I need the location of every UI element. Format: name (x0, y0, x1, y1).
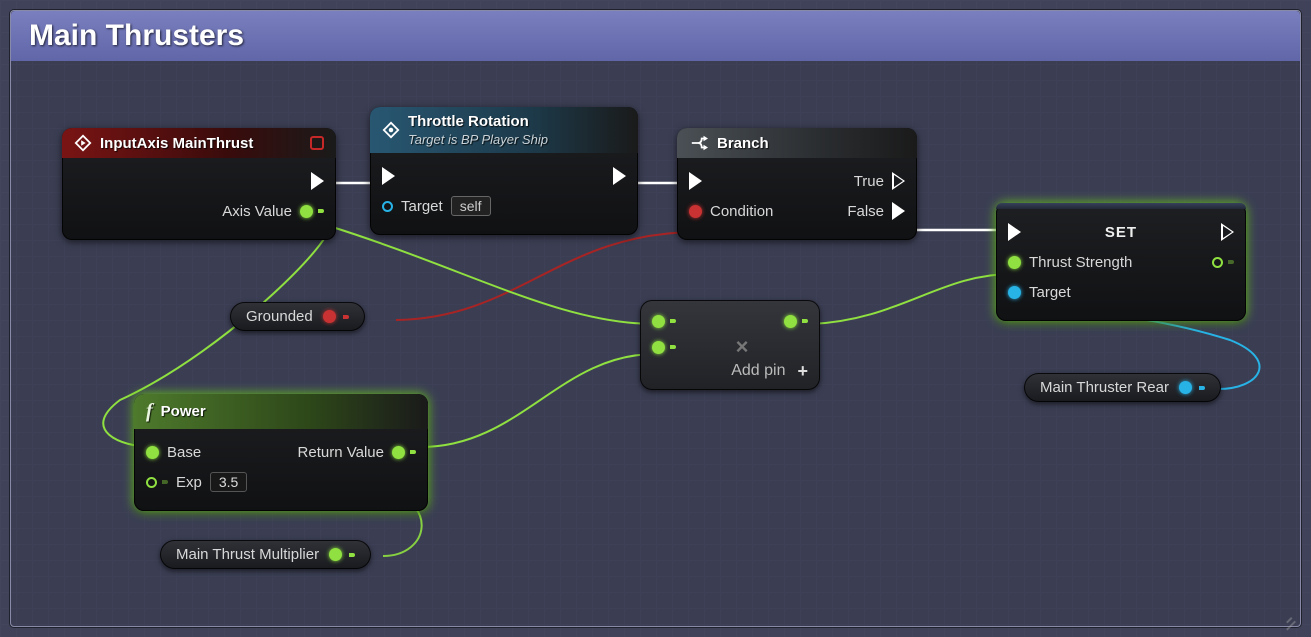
var-label: Main Thruster Rear (1040, 379, 1169, 396)
node-multiply[interactable]: × Add pin + (640, 300, 820, 390)
axis-value-pin[interactable] (300, 205, 313, 218)
thrust-mult-out-pin[interactable] (329, 548, 342, 561)
event-icon (74, 134, 92, 152)
node-subtitle: Target is BP Player Ship (408, 132, 548, 147)
exec-out-pin[interactable] (311, 172, 324, 190)
var-grounded[interactable]: Grounded (230, 302, 365, 331)
node-branch[interactable]: Branch True Condition False (677, 128, 917, 240)
add-pin-label: Add pin (731, 362, 785, 380)
exec-true-pin[interactable] (892, 172, 905, 190)
thrust-strength-out-pin[interactable] (1212, 257, 1223, 268)
target-pin[interactable] (382, 201, 393, 212)
var-main-thrust-multiplier[interactable]: Main Thrust Multiplier (160, 540, 371, 569)
multiply-b-pin[interactable] (652, 341, 665, 354)
condition-label: Condition (710, 203, 773, 220)
multiply-out-pin[interactable] (784, 315, 797, 328)
node-set-thrust-strength[interactable]: SET Thrust Strength Target (996, 203, 1246, 321)
grounded-out-pin[interactable] (323, 310, 336, 323)
thruster-rear-out-pin[interactable] (1179, 381, 1192, 394)
axis-value-label: Axis Value (222, 203, 292, 220)
exec-out-pin[interactable] (1221, 223, 1234, 241)
true-label: True (854, 173, 884, 190)
plus-icon: + (797, 361, 808, 382)
target-label: Target (1029, 284, 1071, 301)
node-throttle-rotation[interactable]: Throttle Rotation Target is BP Player Sh… (370, 107, 638, 235)
base-pin[interactable] (146, 446, 159, 459)
node-title: Power (161, 403, 206, 420)
exec-in-pin[interactable] (382, 167, 395, 185)
return-value-label: Return Value (298, 444, 384, 461)
var-label: Grounded (246, 308, 313, 325)
function-f-icon: f (146, 400, 153, 423)
add-pin-button[interactable]: Add pin + (731, 361, 808, 382)
node-title: Branch (717, 135, 769, 152)
node-power[interactable]: f Power Base Return Value Exp 3.5 (134, 394, 428, 511)
false-label: False (847, 203, 884, 220)
base-label: Base (167, 444, 201, 461)
exec-in-pin[interactable] (1008, 223, 1021, 241)
branch-icon (689, 134, 709, 152)
node-header: f Power (134, 394, 428, 429)
node-header: InputAxis MainThrust (62, 128, 336, 158)
var-main-thruster-rear[interactable]: Main Thruster Rear (1024, 373, 1221, 402)
node-input-axis-mainthrust[interactable]: InputAxis MainThrust Axis Value (62, 128, 336, 240)
node-title: Throttle Rotation (408, 113, 529, 130)
node-title: InputAxis MainThrust (100, 135, 253, 152)
multiply-a-pin[interactable] (652, 315, 665, 328)
multiply-icon: × (736, 334, 749, 359)
exec-in-pin[interactable] (689, 172, 702, 190)
target-self-value[interactable]: self (451, 196, 491, 216)
exec-out-pin[interactable] (613, 167, 626, 185)
thrust-strength-in-pin[interactable] (1008, 256, 1021, 269)
var-label: Main Thrust Multiplier (176, 546, 319, 563)
node-header: Throttle Rotation Target is BP Player Sh… (370, 107, 638, 153)
condition-pin[interactable] (689, 205, 702, 218)
thrust-strength-label: Thrust Strength (1029, 254, 1132, 271)
function-icon (382, 121, 400, 139)
target-label: Target (401, 198, 443, 215)
exec-false-pin[interactable] (892, 202, 905, 220)
target-pin[interactable] (1008, 286, 1021, 299)
resize-handle-icon[interactable] (1280, 606, 1296, 622)
delegate-pin-icon[interactable] (310, 136, 324, 150)
exp-value-input[interactable]: 3.5 (210, 472, 247, 492)
set-title: SET (1031, 224, 1211, 241)
return-value-pin[interactable] (392, 446, 405, 459)
exp-pin[interactable] (146, 477, 157, 488)
exp-label: Exp (176, 474, 202, 491)
comment-title[interactable]: Main Thrusters (11, 11, 1300, 61)
node-header: Branch (677, 128, 917, 158)
